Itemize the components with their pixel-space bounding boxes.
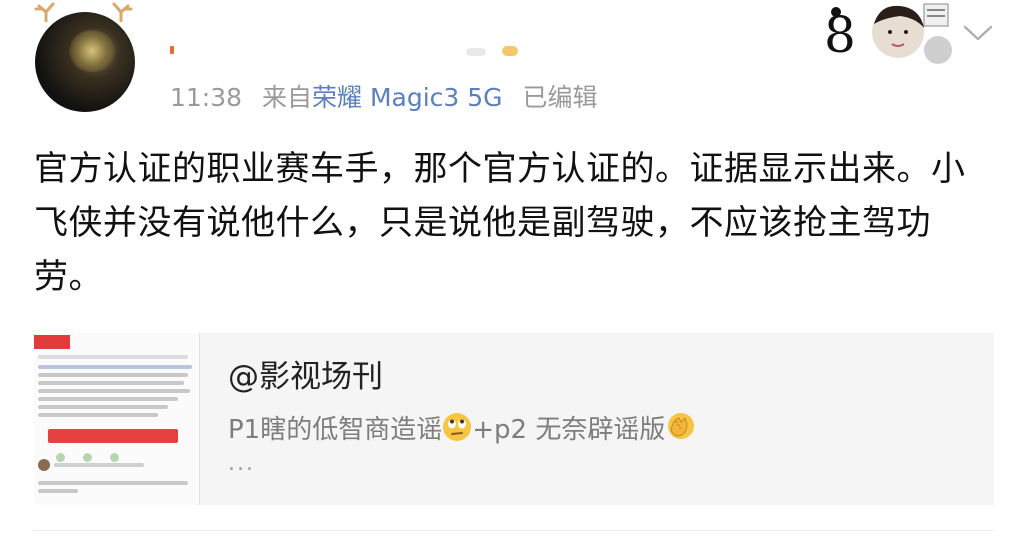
- repost-thumbnail[interactable]: [34, 333, 200, 505]
- repost-more: ...: [228, 451, 255, 476]
- avatar-image: [35, 12, 135, 112]
- repost-card[interactable]: @影视场刊 P1瞎的低智商造谣 +p2 无奈辟谣版 ...: [34, 333, 994, 505]
- post-meta: 11:38 来自荣耀 Magic3 5G 已编辑: [170, 78, 598, 114]
- antler-right-icon: [112, 2, 133, 22]
- fan-badge-icon[interactable]: 8: [820, 0, 952, 64]
- eye-roll-emoji-icon: [443, 413, 472, 441]
- antler-left-icon: [34, 2, 55, 22]
- device-link[interactable]: 荣耀 Magic3 5G: [312, 83, 503, 112]
- username-area[interactable]: [170, 38, 530, 58]
- repost-description: P1瞎的低智商造谣 +p2 无奈辟谣版: [228, 409, 697, 446]
- edited-label: 已编辑: [522, 83, 598, 112]
- repost-desc-part2: +p2 无奈辟谣版: [472, 415, 666, 445]
- repost-author[interactable]: @影视场刊: [228, 351, 383, 396]
- post-body: 官方认证的职业赛车手，那个官方认证的。证据显示出来。小飞侠并没有说他什么，只是说…: [34, 149, 966, 297]
- post-time: 11:38: [170, 83, 243, 112]
- user-avatar[interactable]: [30, 0, 140, 112]
- source-prefix: 来自: [262, 83, 313, 112]
- facepalm-emoji-icon: [668, 413, 695, 439]
- chevron-down-icon[interactable]: [962, 22, 994, 44]
- repost-desc-part1: P1瞎的低智商造谣: [228, 415, 443, 445]
- divider: [34, 530, 994, 531]
